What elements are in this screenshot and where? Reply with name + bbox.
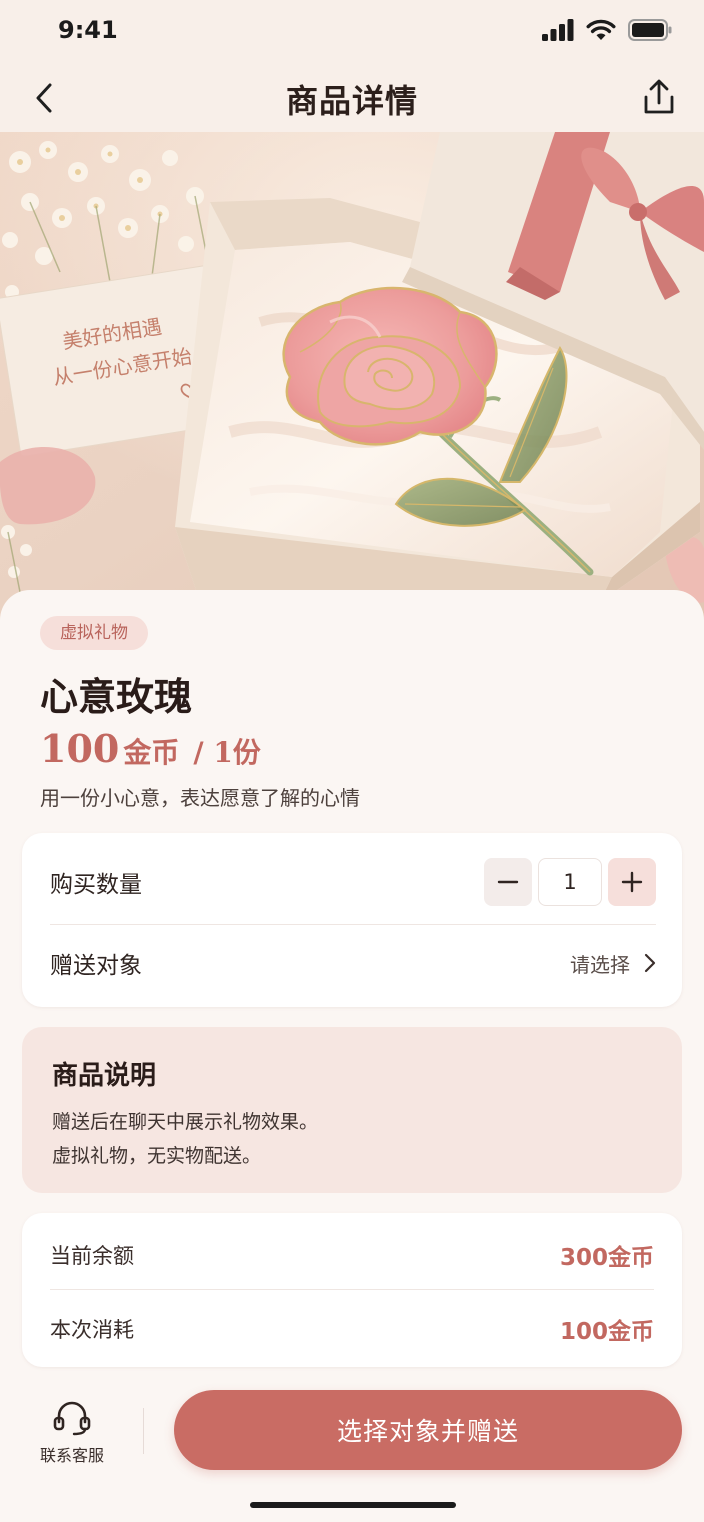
- price: 100 金币 / 1份: [40, 726, 261, 771]
- headset-icon: [53, 1401, 91, 1436]
- wifi-icon: [586, 19, 616, 40]
- page-title: 商品详情: [285, 82, 418, 120]
- share-icon: [644, 79, 674, 114]
- recipient-row[interactable]: 赠送对象 请选择: [50, 943, 656, 983]
- quantity-label: 购买数量: [50, 872, 142, 898]
- product-description: 用一份小心意，表达愿意了解的心情: [40, 786, 360, 810]
- product-detail-panel: 虚拟礼物 心意玫瑰 100 金币 / 1份 用一份小心意，表达愿意了解的心情 购…: [0, 590, 704, 1522]
- customer-service-label: 联系客服: [39, 1446, 104, 1465]
- increase-button[interactable]: [608, 858, 656, 906]
- recipient-label: 赠送对象: [50, 953, 142, 979]
- decrease-button[interactable]: [484, 858, 532, 906]
- cost-value: 100金币: [559, 1319, 654, 1345]
- price-unit: 金币: [123, 736, 180, 769]
- price-per: / 1份: [193, 736, 261, 769]
- chevron-right-icon: [644, 953, 656, 973]
- home-indicator: [250, 1502, 456, 1508]
- customer-service-button[interactable]: 联系客服: [30, 1400, 114, 1466]
- quantity-value[interactable]: 1: [538, 858, 602, 906]
- plus-icon: [621, 871, 643, 893]
- quantity-stepper: 1: [484, 858, 656, 906]
- share-button[interactable]: [638, 76, 680, 118]
- recipient-value: 请选择: [570, 952, 630, 977]
- product-tag: 虚拟礼物: [40, 616, 148, 650]
- product-name: 心意玫瑰: [40, 674, 193, 719]
- cost-label: 本次消耗: [50, 1318, 134, 1342]
- balance-summary: 当前余额 300金币 本次消耗 100金币: [22, 1213, 682, 1367]
- product-image: 美好的相遇 从一份心意开始: [0, 132, 704, 622]
- current-balance-value: 300金币: [559, 1245, 654, 1271]
- purchase-options: 购买数量 1 赠送对象 请选择: [22, 833, 682, 1007]
- divider: [143, 1408, 144, 1454]
- current-balance-row: 当前余额 300金币: [50, 1237, 654, 1273]
- product-notes: 商品说明 赠送后在聊天中展示礼物效果。 虚拟礼物，无实物配送。: [22, 1027, 682, 1193]
- notes-title: 商品说明: [52, 1061, 157, 1091]
- rose-gift-illustration: 美好的相遇 从一份心意开始: [0, 132, 704, 622]
- notes-line: 虚拟礼物，无实物配送。: [52, 1145, 262, 1167]
- current-balance-label: 当前余额: [50, 1244, 134, 1268]
- status-bar: 9:41: [0, 0, 704, 64]
- minus-icon: [497, 880, 519, 884]
- cost-row: 本次消耗 100金币: [50, 1311, 654, 1347]
- price-amount: 100: [40, 726, 120, 771]
- battery-icon: [628, 19, 672, 41]
- nav-bar: 商品详情: [0, 64, 704, 132]
- divider: [50, 924, 656, 925]
- notes-line: 赠送后在聊天中展示礼物效果。: [52, 1111, 319, 1133]
- signal-icon: [542, 19, 574, 41]
- select-recipient-and-send-button[interactable]: 选择对象并赠送: [174, 1390, 682, 1470]
- status-icons: [542, 19, 672, 41]
- divider: [50, 1289, 654, 1290]
- recipient-select[interactable]: 请选择: [570, 949, 656, 978]
- status-time: 9:41: [58, 16, 118, 44]
- quantity-row: 购买数量 1: [50, 857, 656, 907]
